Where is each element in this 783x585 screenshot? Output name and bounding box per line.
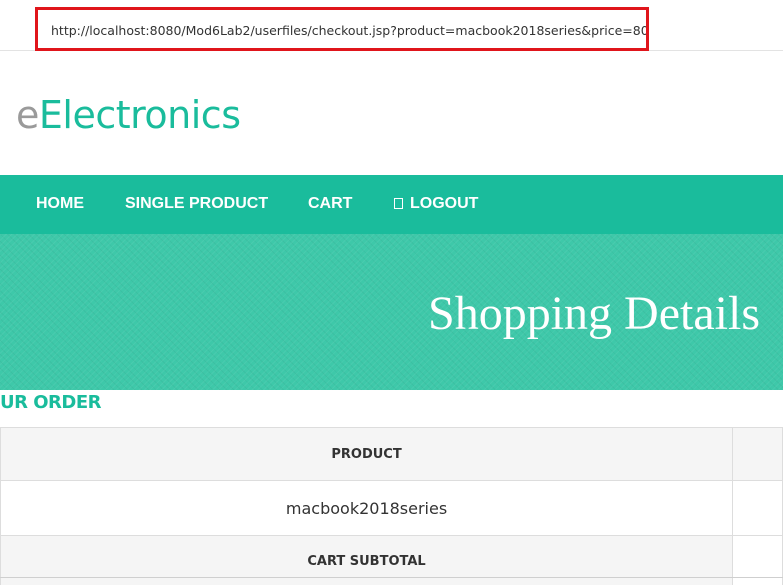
nav-cart[interactable]: CART <box>308 195 352 213</box>
logo-text: Electronics <box>38 93 241 137</box>
url-field[interactable]: http://localhost:8080/Mod6Lab2/userfiles… <box>35 7 649 51</box>
product-name-cell: macbook2018series <box>0 480 734 536</box>
column-header-product: PRODUCT <box>0 427 734 481</box>
nav-logout-label: LOGOUT <box>410 195 479 212</box>
side-cell <box>732 480 783 536</box>
order-table: PRODUCT macbook2018series CART SUBTOTAL <box>0 427 783 585</box>
column-header-side <box>732 427 783 481</box>
page-banner: Shopping Details <box>0 234 783 390</box>
table-row: macbook2018series <box>0 480 783 536</box>
address-bar: http://localhost:8080/Mod6Lab2/userfiles… <box>0 7 783 51</box>
nav-logout[interactable]: LOGOUT <box>394 195 478 213</box>
table-header-row: PRODUCT <box>0 427 783 481</box>
logo-prefix: e <box>16 93 39 137</box>
main-navigation: HOME SINGLE PRODUCT CART LOGOUT <box>0 175 783 234</box>
order-heading: UR ORDER <box>0 392 102 413</box>
nav-home[interactable]: HOME <box>36 195 84 213</box>
logout-icon <box>394 198 403 209</box>
nav-single-product[interactable]: SINGLE PRODUCT <box>125 195 268 213</box>
site-logo[interactable]: eElectronics <box>16 93 241 137</box>
page-title: Shopping Details <box>428 287 760 340</box>
divider <box>0 577 783 578</box>
